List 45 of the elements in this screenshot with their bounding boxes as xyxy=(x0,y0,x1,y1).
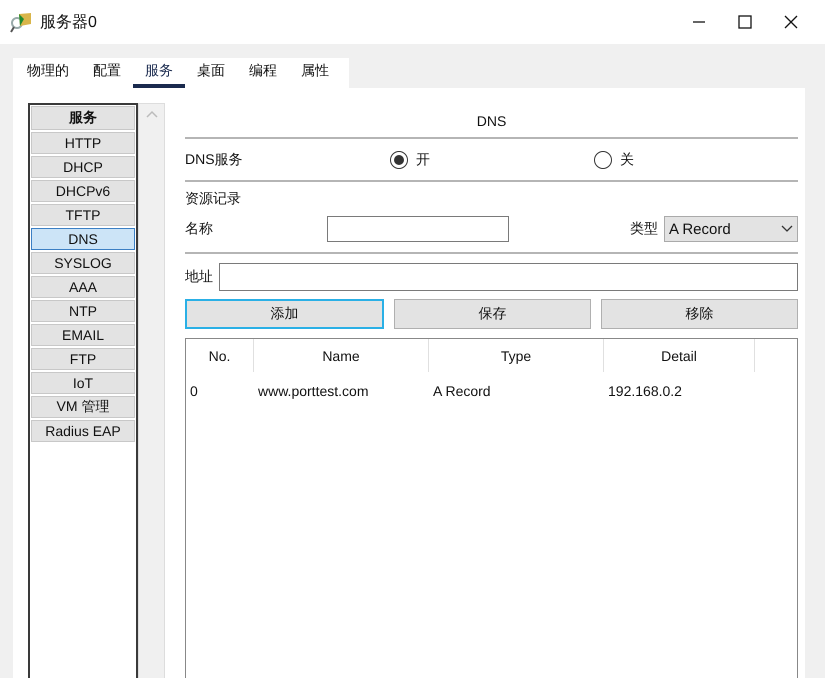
service-item[interactable]: IoT xyxy=(31,372,135,394)
service-item[interactable]: FTP xyxy=(31,348,135,370)
action-button[interactable]: 添加 xyxy=(185,299,384,329)
tab[interactable]: 编程 xyxy=(237,58,289,88)
service-item[interactable]: Radius EAP xyxy=(31,420,135,442)
panel-title: DNS xyxy=(185,103,798,139)
tab[interactable]: 配置 xyxy=(81,58,133,88)
service-item[interactable]: DNS xyxy=(31,228,135,250)
section-label: 资源记录 xyxy=(185,189,242,208)
field-label: 类型 xyxy=(630,220,658,238)
app-icon xyxy=(10,10,34,34)
column-header: Detail xyxy=(604,339,755,372)
field-label: 名称 xyxy=(185,220,214,238)
tab[interactable]: 物理的 xyxy=(15,58,81,88)
column-header: Type xyxy=(429,339,604,372)
service-item[interactable]: NTP xyxy=(31,300,135,322)
service-item[interactable]: VM 管理 xyxy=(31,396,135,418)
window-title: 服务器0 xyxy=(40,12,98,32)
tab[interactable]: 属性 xyxy=(289,58,341,88)
service-item[interactable]: DHCPv6 xyxy=(31,180,135,202)
column-header: No. xyxy=(186,339,254,372)
type-dropdown[interactable]: A Record xyxy=(664,216,798,242)
action-button[interactable]: 保存 xyxy=(394,299,591,329)
tab[interactable]: 桌面 xyxy=(185,58,237,88)
service-item[interactable]: SYSLOG xyxy=(31,252,135,274)
table-cell-text: 0 xyxy=(189,382,199,401)
field-label: DNS服务 xyxy=(185,150,244,168)
radio-button[interactable]: 关 xyxy=(594,150,798,168)
table-cell-text: www.porttest.com xyxy=(257,382,370,401)
column-header: Name xyxy=(254,339,429,372)
service-item[interactable]: AAA xyxy=(31,276,135,298)
service-item[interactable]: HTTP xyxy=(31,132,135,154)
scrollbar[interactable] xyxy=(138,103,165,678)
radio-button[interactable]: 开 xyxy=(390,150,594,168)
service-item[interactable]: DHCP xyxy=(31,156,135,178)
table-cell-text: 192.168.0.2 xyxy=(607,382,683,401)
address-field[interactable] xyxy=(219,263,798,291)
table-cell-text: A Record xyxy=(432,382,492,401)
name-field[interactable] xyxy=(327,216,509,242)
service-item[interactable]: EMAIL xyxy=(31,324,135,346)
list-header: 服务 xyxy=(31,106,135,130)
caret-icon xyxy=(781,225,793,233)
action-button[interactable]: 移除 xyxy=(601,299,798,329)
service-item[interactable]: TFTP xyxy=(31,204,135,226)
field-label: 地址 xyxy=(185,268,213,286)
